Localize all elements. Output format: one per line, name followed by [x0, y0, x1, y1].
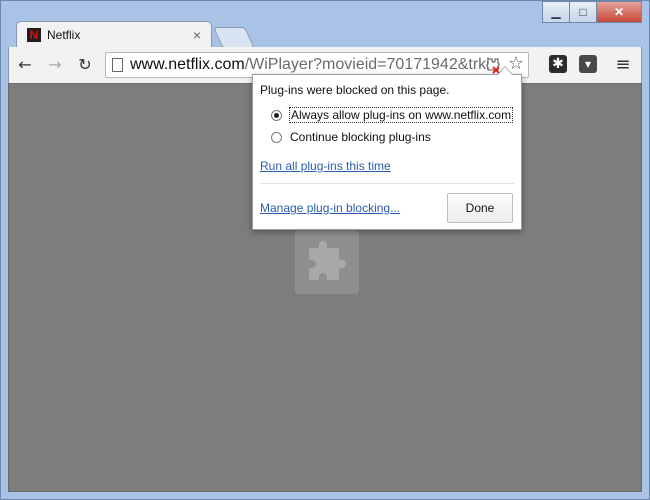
menu-icon[interactable]: ≡: [613, 54, 633, 75]
close-window-button[interactable]: ✕: [596, 1, 642, 23]
radio-block[interactable]: [271, 131, 282, 143]
radio-allow[interactable]: [271, 109, 282, 121]
minimize-button[interactable]: ▁: [542, 1, 570, 23]
asterisk-extension-icon[interactable]: ✱: [549, 55, 567, 73]
radio-allow-row[interactable]: Always allow plug-ins on www.netflix.com: [271, 107, 514, 123]
url-text[interactable]: www.netflix.com/WiPlayer?movieid=7017194…: [130, 56, 490, 74]
new-tab-button[interactable]: [212, 27, 256, 49]
done-button[interactable]: Done: [447, 193, 513, 223]
window-controls: ▁ □ ✕: [542, 1, 642, 23]
url-path: /WiPlayer?movieid=70171942&trkid=: [244, 56, 490, 73]
url-host: www.netflix.com: [130, 56, 245, 73]
radio-block-label[interactable]: Continue blocking plug-ins: [290, 130, 431, 144]
radio-allow-label[interactable]: Always allow plug-ins on www.netflix.com: [288, 107, 514, 123]
radio-block-row[interactable]: Continue blocking plug-ins: [271, 129, 431, 145]
tab-title: Netflix: [47, 28, 81, 42]
bubble-heading: Plug-ins were blocked on this page.: [260, 83, 450, 97]
page-icon: [112, 58, 123, 72]
plugin-blocked-bubble: Plug-ins were blocked on this page. Alwa…: [252, 66, 522, 230]
run-all-plugins-link[interactable]: Run all plug-ins this time: [260, 159, 391, 173]
forward-arrow-icon[interactable]: →: [45, 54, 65, 74]
maximize-button[interactable]: □: [569, 1, 597, 23]
blocked-plugin-puzzle-icon[interactable]: [295, 230, 359, 294]
netflix-favicon-icon: N: [27, 28, 41, 42]
tab-strip: N Netflix × ▁ □ ✕: [8, 1, 642, 49]
pocket-icon[interactable]: ▾: [579, 55, 597, 73]
manage-plugin-blocking-link[interactable]: Manage plug-in blocking...: [260, 201, 400, 215]
back-arrow-icon[interactable]: ←: [15, 54, 35, 74]
bubble-divider: [260, 183, 514, 184]
tab-netflix[interactable]: N Netflix ×: [16, 21, 212, 49]
bubble-arrow: [497, 66, 513, 75]
reload-icon[interactable]: ↻: [75, 54, 95, 74]
tab-close-icon[interactable]: ×: [193, 27, 201, 43]
